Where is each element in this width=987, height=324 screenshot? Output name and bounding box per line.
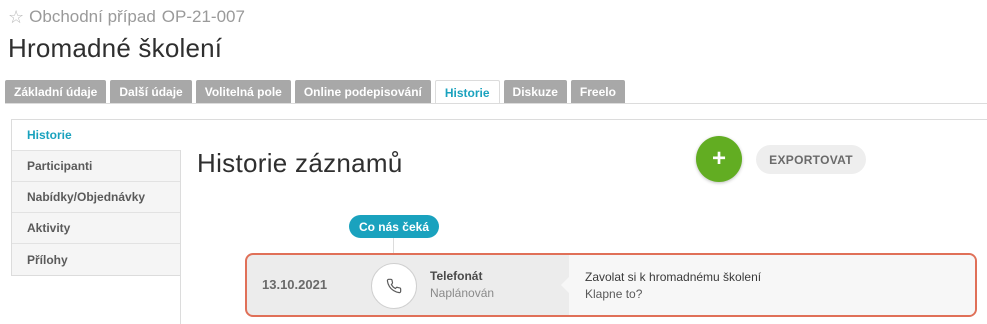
sidebar-item-aktivity[interactable]: Aktivity [12, 213, 181, 244]
tab-volitelna-pole[interactable]: Volitelná pole [195, 80, 291, 103]
add-record-button[interactable]: + [696, 136, 742, 182]
case-subtitle: ☆ Obchodní případ OP-21-007 [8, 6, 245, 28]
record-type-icon-circle [371, 263, 417, 309]
sidebar-item-nabidky-objednavky[interactable]: Nabídky/Objednávky [12, 182, 181, 213]
tab-online-podepisovani[interactable]: Online podepisování [294, 80, 431, 103]
case-label: Obchodní případ [29, 7, 156, 26]
timeline-line [393, 238, 394, 254]
record-description: Zavolat si k hromadnému školení [585, 270, 762, 284]
tab-historie[interactable]: Historie [434, 80, 500, 104]
content-top-border [180, 119, 987, 120]
tab-dalsi-udaje[interactable]: Další údaje [110, 80, 192, 103]
section-title: Historie záznamů [197, 148, 403, 178]
star-outline-icon[interactable]: ☆ [8, 8, 24, 26]
tabs-divider [5, 103, 987, 104]
record-note: Klapne to? [585, 287, 643, 301]
page-title: Hromadné školení [8, 33, 223, 63]
page-header: ☆ Obchodní případ OP-21-007 Hromadné ško… [8, 6, 245, 64]
sidebar-item-prilohy[interactable]: Přílohy [12, 244, 181, 275]
upcoming-badge: Co nás čeká [349, 215, 439, 238]
record-type: Telefonát [430, 269, 483, 283]
tab-diskuze[interactable]: Diskuze [503, 80, 567, 103]
export-button[interactable]: EXPORTOVAT [756, 145, 866, 174]
sidebar-item-historie[interactable]: Historie [12, 120, 181, 151]
case-code: OP-21-007 [161, 7, 245, 26]
record-status: Naplánován [430, 286, 495, 300]
content-left-border [180, 150, 181, 324]
sidebar-item-participanti[interactable]: Participanti [12, 151, 181, 182]
tab-freelo[interactable]: Freelo [570, 80, 625, 103]
phone-icon [386, 278, 402, 294]
history-record[interactable]: 13.10.2021 Telefonát Naplánován Zavolat … [245, 253, 977, 317]
tab-bar: Základní údaje Další údaje Volitelná pol… [5, 80, 625, 104]
tab-zakladni-udaje[interactable]: Základní údaje [5, 80, 107, 103]
sidebar: Historie Participanti Nabídky/Objednávky… [11, 119, 181, 276]
record-date: 13.10.2021 [262, 277, 328, 292]
record-description-box: Zavolat si k hromadnému školení Klapne t… [561, 255, 975, 315]
